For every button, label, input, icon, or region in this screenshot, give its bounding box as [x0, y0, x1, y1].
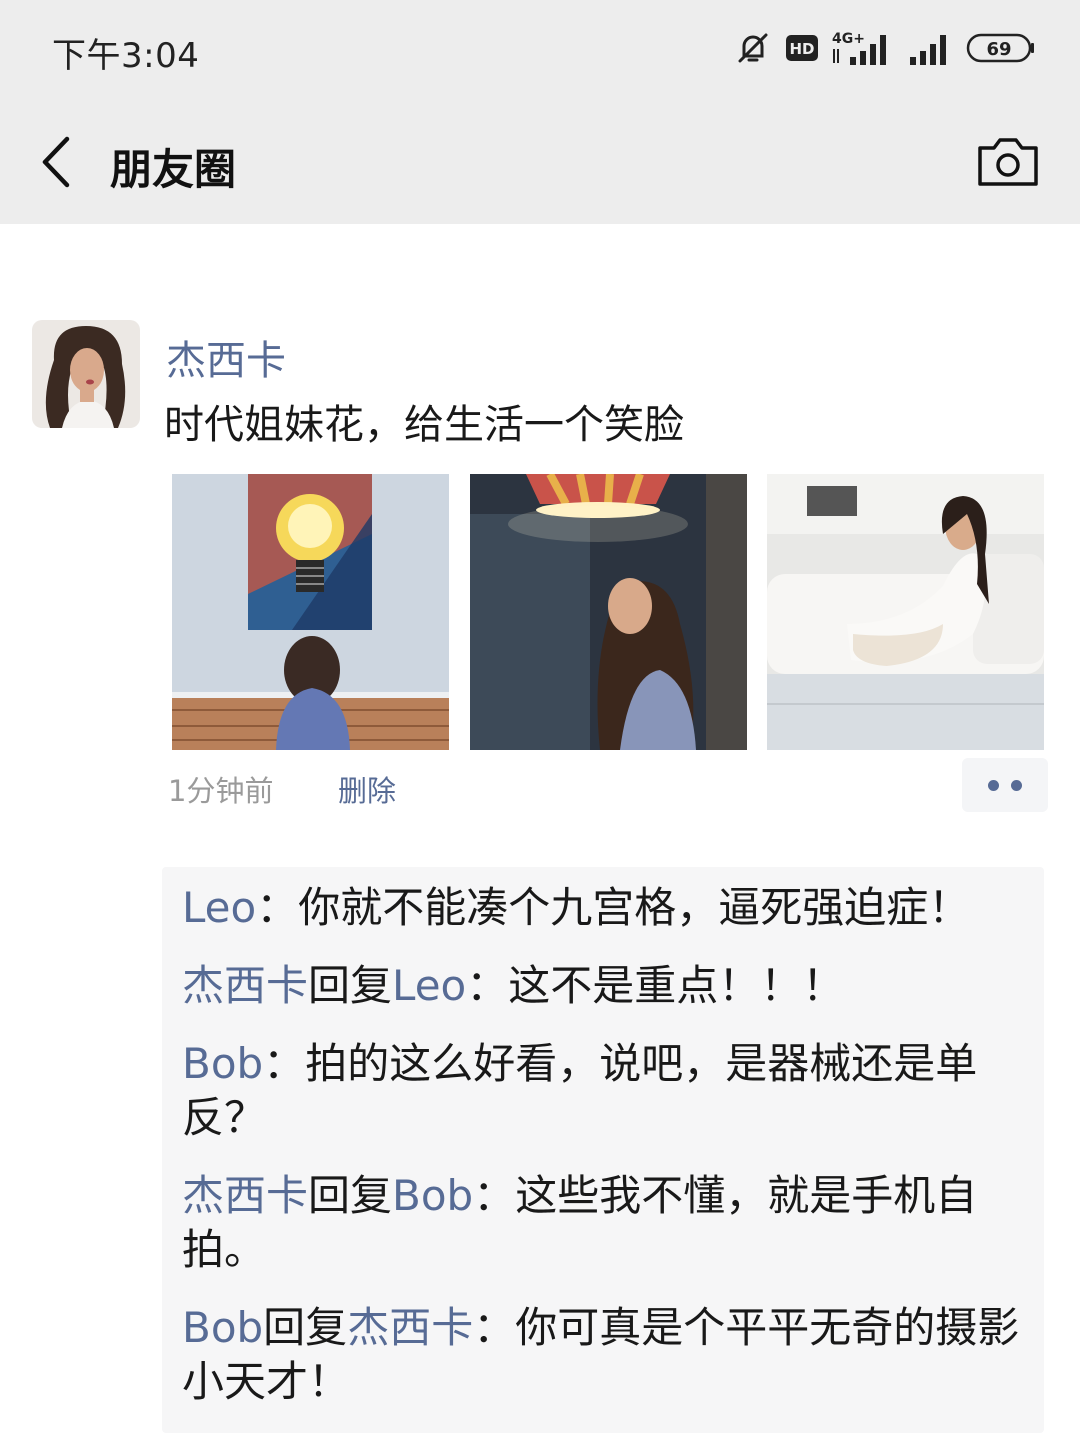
page-title: 朋友圈 — [110, 145, 237, 194]
reply-target-name[interactable]: 杰西卡 — [347, 1303, 473, 1352]
comment-item[interactable]: Leo：你就不能凑个九宫格，逼死强迫症！ — [182, 881, 1020, 935]
moments-post: 杰西卡 时代姐妹花，给生活一个笑脸 1分钟前 删除 Leo：你就不能凑个九宫格，… — [0, 224, 1080, 1452]
author-name[interactable]: 杰西卡 — [166, 328, 286, 386]
hd-badge: HD — [786, 33, 818, 63]
signal-4g-icon: 4G+ — [832, 29, 894, 67]
comment-item[interactable]: 杰西卡回复Bob：这些我不懂，就是手机自拍。 — [182, 1169, 1020, 1277]
comment-item[interactable]: 杰西卡回复Leo：这不是重点！！！ — [182, 959, 1020, 1013]
comment-colon: ： — [473, 1171, 516, 1220]
post-text: 时代姐妹花，给生活一个笑脸 — [164, 402, 684, 448]
status-bar: 下午3:04 HD 4G+ 69 — [0, 0, 1080, 100]
status-time: 下午3:04 — [52, 36, 200, 76]
camera-button[interactable] — [976, 134, 1040, 190]
comment-item[interactable]: Bob：拍的这么好看，说吧，是器械还是单反？ — [182, 1037, 1020, 1145]
comment-colon: ： — [256, 883, 299, 932]
more-dots-icon — [1011, 779, 1022, 791]
bell-muted-icon — [734, 29, 772, 67]
comment-colon: ： — [473, 1303, 516, 1352]
photo-grid — [172, 474, 1044, 750]
reply-word: 回复 — [308, 961, 393, 1010]
reply-word: 回复 — [263, 1303, 348, 1352]
more-button[interactable] — [962, 758, 1048, 812]
comment-list: Leo：你就不能凑个九宫格，逼死强迫症！ 杰西卡回复Leo：这不是重点！！！ B… — [162, 867, 1044, 1433]
camera-icon — [978, 138, 1038, 186]
avatar[interactable] — [32, 320, 140, 428]
photo-woman-lamp[interactable] — [470, 474, 747, 750]
more-dots-icon — [988, 779, 999, 791]
reply-word: 回复 — [308, 1171, 393, 1220]
comment-colon: ： — [466, 961, 509, 1010]
photo-lightbulb-painting[interactable] — [172, 474, 449, 750]
commenter-name[interactable]: 杰西卡 — [182, 961, 308, 1010]
commenter-name[interactable]: Leo — [182, 883, 256, 932]
commenter-name[interactable]: 杰西卡 — [182, 1171, 308, 1220]
comment-text: 这不是重点！！！ — [508, 961, 845, 1010]
comment-text: 你就不能凑个九宫格，逼死强迫症！ — [298, 883, 971, 932]
signal-icon — [908, 29, 952, 67]
comment-colon: ： — [263, 1039, 306, 1088]
battery-icon: 69 — [966, 31, 1036, 65]
hd-text: HD — [789, 40, 814, 58]
commenter-name[interactable]: Bob — [182, 1039, 263, 1088]
post-time: 1分钟前 — [168, 774, 274, 808]
chevron-left-icon — [42, 136, 70, 188]
network-type: 4G+ — [832, 31, 865, 47]
commenter-name[interactable]: Bob — [182, 1303, 263, 1352]
back-button[interactable] — [28, 130, 84, 194]
nav-bar: 朋友圈 — [0, 100, 1080, 224]
comment-item[interactable]: Bob回复杰西卡：你可真是个平平无奇的摄影小天才！ — [182, 1301, 1020, 1409]
status-icons: HD 4G+ 69 — [734, 28, 1036, 68]
battery-level: 69 — [986, 39, 1011, 60]
delete-button[interactable]: 删除 — [338, 768, 396, 810]
photo-woman-sofa[interactable] — [767, 474, 1044, 750]
reply-target-name[interactable]: Bob — [392, 1171, 473, 1220]
post-meta: 1分钟前 删除 — [168, 758, 1048, 814]
reply-target-name[interactable]: Leo — [392, 961, 466, 1010]
